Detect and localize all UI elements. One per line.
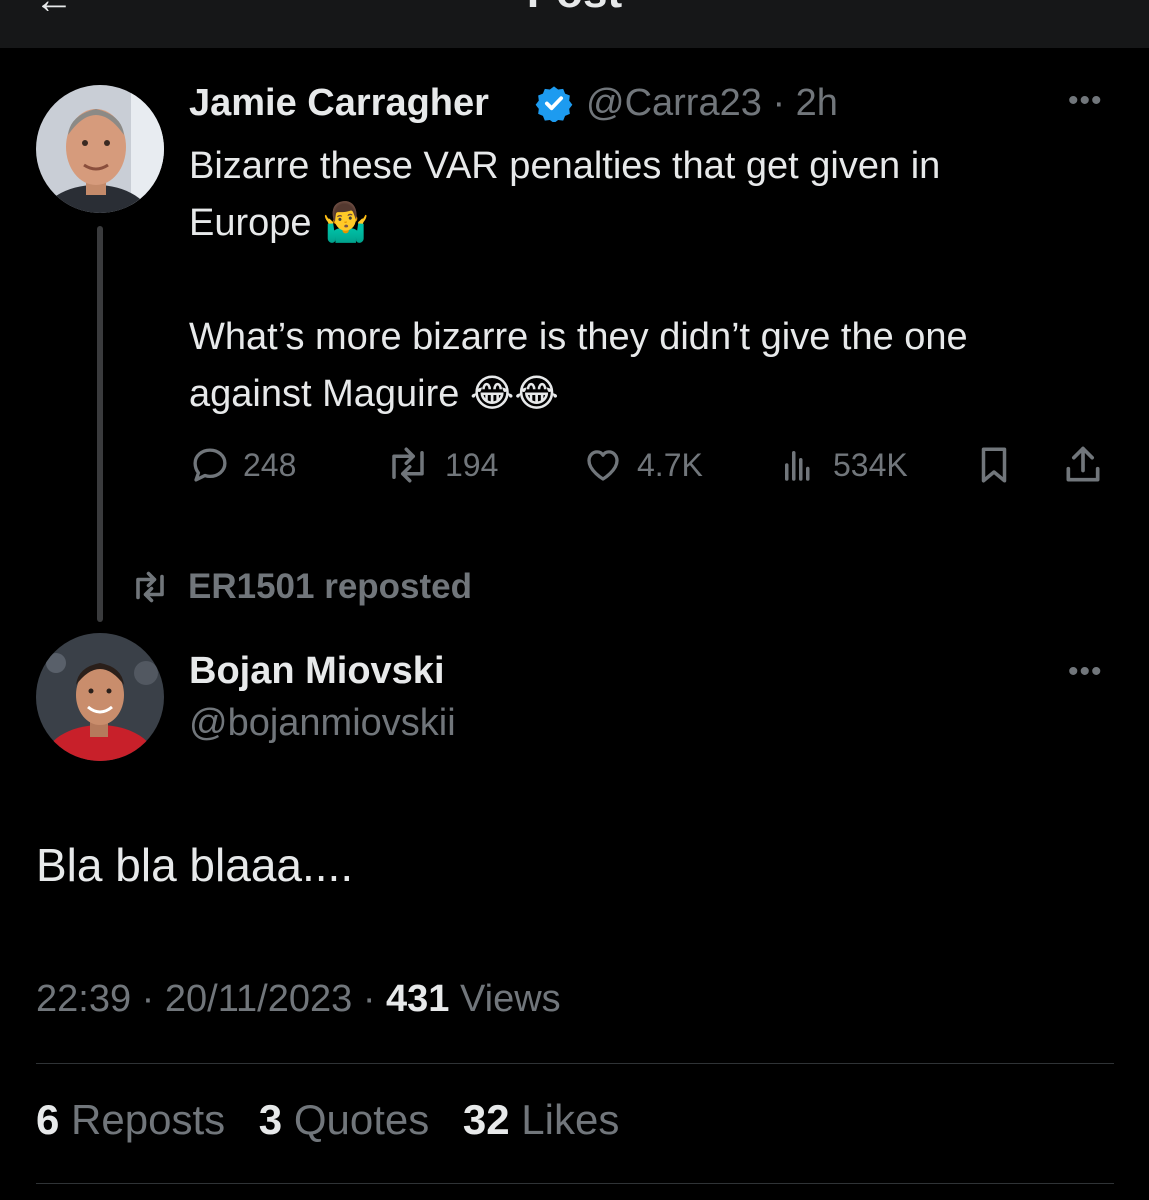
author-name[interactable]: Jamie Carragher <box>189 82 489 125</box>
repost-icon <box>136 571 164 603</box>
like-count: 4.7K <box>637 446 703 483</box>
author-handle[interactable]: @bojanmiovskii <box>189 702 456 745</box>
repost-indicator[interactable]: ER1501 reposted <box>126 565 472 609</box>
likes-label: Likes <box>521 1096 620 1143</box>
tweet-line: Europe 🤷‍♂️ <box>189 202 370 244</box>
verified-badge-icon <box>535 86 573 122</box>
views-button[interactable]: 534K <box>777 440 908 490</box>
more-options-icon[interactable]: ••• <box>1068 84 1103 118</box>
more-options-icon[interactable]: ••• <box>1068 655 1103 689</box>
bookmark-icon <box>981 447 1007 483</box>
views-count: 431 <box>386 978 450 1020</box>
divider <box>36 1183 1114 1184</box>
quotes-count: 3 <box>258 1096 283 1143</box>
view-count: 534K <box>833 446 908 483</box>
thread-line <box>97 226 103 622</box>
analytics-icon <box>785 451 810 481</box>
repost-label: ER1501 reposted <box>188 567 473 606</box>
top-bar: ← Post <box>0 0 1149 48</box>
repost-count: 194 <box>445 446 499 483</box>
share-icon <box>1066 446 1100 482</box>
reply-icon <box>193 448 227 482</box>
author-name[interactable]: Bojan Miovski <box>189 650 445 693</box>
likes-stat[interactable]: 32 Likes <box>463 1096 619 1143</box>
likes-count: 32 <box>462 1096 510 1143</box>
handle-time: @Carra23 · 2h <box>586 82 838 125</box>
repost-button[interactable]: 194 <box>383 440 498 490</box>
separator-dot: · <box>141 978 155 1020</box>
divider <box>36 1063 1114 1064</box>
quotes-label: Quotes <box>293 1096 430 1143</box>
tweet-text: Bla bla blaaa.... <box>36 839 354 891</box>
repost-icon <box>392 447 424 483</box>
separator-dot: · <box>362 978 376 1020</box>
reply-button[interactable]: 248 <box>189 440 296 490</box>
share-button[interactable] <box>1061 440 1117 490</box>
tweet-line: against Maguire 😂😂 <box>189 373 559 415</box>
post-time[interactable]: 22:39 <box>36 978 131 1020</box>
author-handle[interactable]: @Carra23 <box>586 82 762 124</box>
post-date[interactable]: 20/11/2023 <box>165 978 352 1020</box>
quoted-tweet-text: Bizarre these VAR penalties that get giv… <box>189 138 1109 423</box>
like-button[interactable]: 4.7K <box>581 440 703 490</box>
engagement-stats: 6 Reposts 3 Quotes 32 Likes <box>36 1096 619 1144</box>
avatar[interactable] <box>36 85 164 213</box>
tweet-line: Bizarre these VAR penalties that get giv… <box>189 145 941 187</box>
reposts-count: 6 <box>36 1096 60 1143</box>
views-label: Views <box>460 978 561 1020</box>
tweet-line: What’s more bizarre is they didn’t give … <box>189 316 968 358</box>
post-time[interactable]: 2h <box>796 82 838 124</box>
separator-dot: · <box>772 82 786 124</box>
page-title: Post <box>0 0 1149 18</box>
bookmark-button[interactable] <box>973 440 1027 490</box>
action-bar: 248 194 4.7K 534K <box>189 440 1109 490</box>
quotes-stat[interactable]: 3 Quotes <box>259 1096 429 1143</box>
reply-count: 248 <box>243 446 297 483</box>
heart-icon <box>587 450 619 481</box>
avatar[interactable] <box>36 633 164 761</box>
tweet-meta: 22:39 · 20/11/2023 · 431 Views <box>36 978 561 1021</box>
reposts-stat[interactable]: 6 Reposts <box>36 1096 225 1143</box>
reposts-label: Reposts <box>71 1096 226 1143</box>
